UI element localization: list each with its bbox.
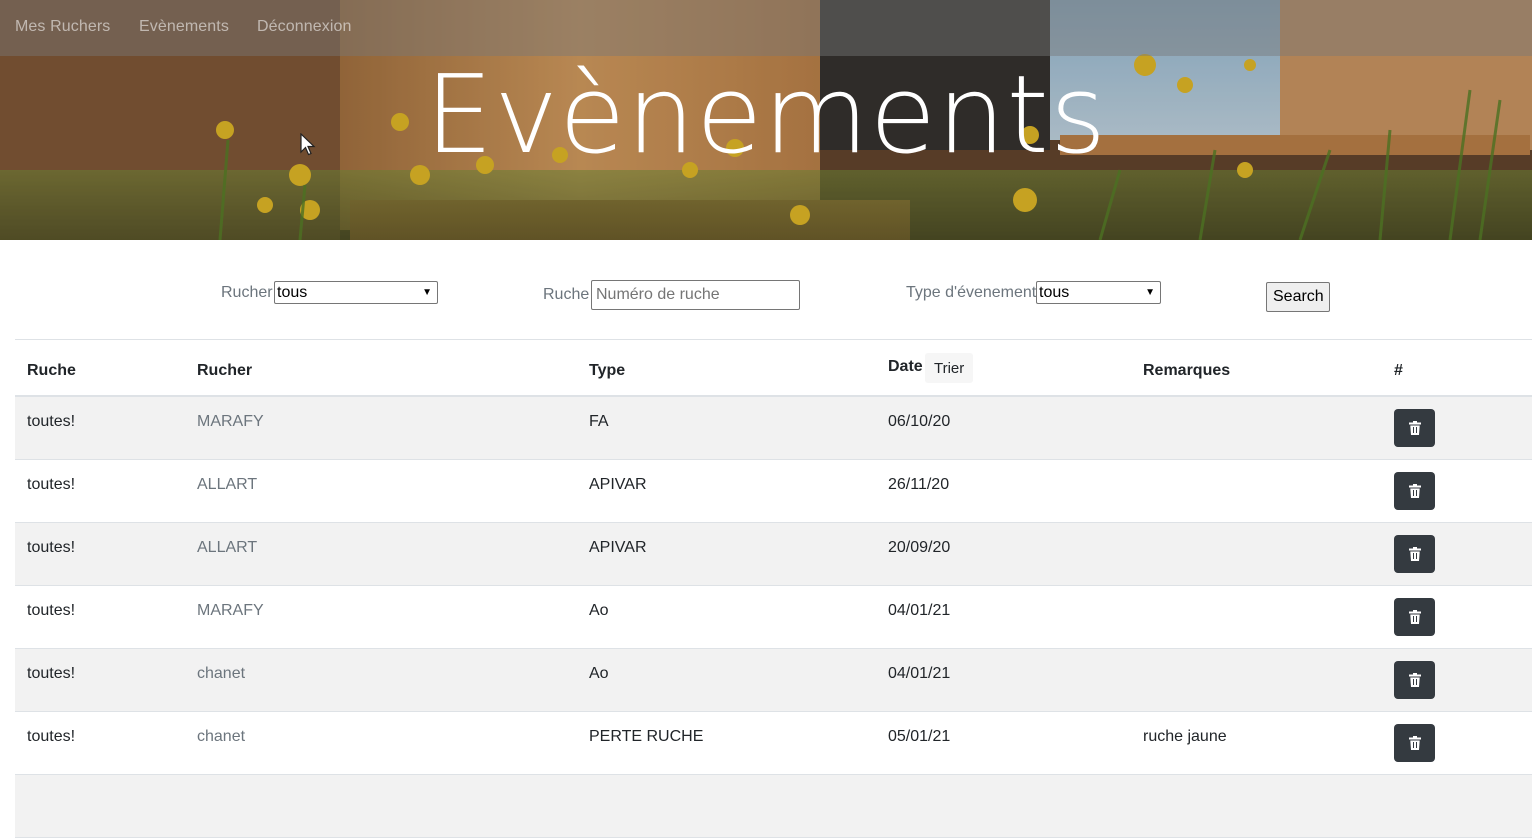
cell-type: APIVAR xyxy=(589,476,647,493)
table-row: toutes! chanet Ao 04/01/21 xyxy=(15,649,1532,712)
ruche-number-input[interactable] xyxy=(591,280,800,310)
delete-button[interactable] xyxy=(1394,535,1435,573)
cell-type: Ao xyxy=(589,665,609,682)
nav-evenements[interactable]: Evènements xyxy=(139,18,229,36)
column-header-ruche: Ruche xyxy=(27,362,76,379)
table-row: toutes! ALLART APIVAR 26/11/20 xyxy=(15,460,1532,523)
cell-ruche: toutes! xyxy=(27,476,76,493)
events-table: Ruche Rucher Type Date Trier Remarques #… xyxy=(15,339,1532,838)
rucher-select-value: tous xyxy=(277,283,308,301)
cell-rucher: MARAFY xyxy=(197,413,264,430)
delete-button[interactable] xyxy=(1394,472,1435,510)
rucher-filter-label: Rucher xyxy=(221,284,273,301)
cell-remarques: ruche jaune xyxy=(1143,728,1227,745)
nav-mes-ruchers[interactable]: Mes Ruchers xyxy=(15,18,110,36)
column-header-actions: # xyxy=(1394,362,1403,379)
event-type-select[interactable]: tous ▼ xyxy=(1036,281,1161,304)
cell-type: APIVAR xyxy=(589,539,647,556)
type-filter-label: Type d'évenement xyxy=(906,284,1037,301)
chevron-down-icon: ▼ xyxy=(422,287,432,298)
table-header: Ruche Rucher Type Date Trier Remarques # xyxy=(15,340,1532,397)
trash-icon xyxy=(1408,547,1421,561)
cell-date: 04/01/21 xyxy=(888,665,951,682)
cell-ruche: toutes! xyxy=(27,728,76,745)
nav-deconnexion[interactable]: Déconnexion xyxy=(257,18,352,36)
delete-button[interactable] xyxy=(1394,598,1435,636)
cell-date: 26/11/20 xyxy=(888,476,950,493)
delete-button[interactable] xyxy=(1394,409,1435,447)
column-header-remarques: Remarques xyxy=(1143,362,1231,379)
cell-ruche: toutes! xyxy=(27,665,76,682)
rucher-select[interactable]: tous ▼ xyxy=(274,281,438,304)
delete-button[interactable] xyxy=(1394,724,1435,762)
event-type-select-value: tous xyxy=(1039,283,1070,301)
ruche-filter-label: Ruche xyxy=(543,286,590,303)
cell-type: FA xyxy=(589,413,609,430)
table-row: toutes! chanet PERTE RUCHE 05/01/21 ruch… xyxy=(15,712,1532,775)
cell-ruche: toutes! xyxy=(27,539,76,556)
cell-ruche: toutes! xyxy=(27,602,76,619)
chevron-down-icon: ▼ xyxy=(1145,287,1155,298)
table-row: toutes! ALLART APIVAR 20/09/20 xyxy=(15,523,1532,586)
search-button[interactable]: Search xyxy=(1266,282,1330,312)
trash-icon xyxy=(1408,421,1421,435)
cell-type: PERTE RUCHE xyxy=(589,728,704,745)
cell-rucher: chanet xyxy=(197,728,246,745)
column-header-date: Date xyxy=(888,358,923,375)
sort-date-button[interactable]: Trier xyxy=(925,353,974,383)
cell-date: 04/01/21 xyxy=(888,602,951,619)
hero-banner: Mes Ruchers Evènements Déconnexion Evène… xyxy=(0,0,1532,240)
table-row: toutes! MARAFY FA 06/10/20 xyxy=(15,397,1532,460)
cell-rucher: MARAFY xyxy=(197,602,264,619)
cell-date: 20/09/20 xyxy=(888,539,951,556)
top-navbar: Mes Ruchers Evènements Déconnexion xyxy=(0,0,1532,56)
cell-ruche: toutes! xyxy=(27,413,76,430)
mouse-pointer-icon xyxy=(300,133,316,156)
cell-rucher: ALLART xyxy=(197,476,258,493)
cell-type: Ao xyxy=(589,602,609,619)
trash-icon xyxy=(1408,673,1421,687)
delete-button[interactable] xyxy=(1394,661,1435,699)
page-title: Evènements xyxy=(424,53,1108,178)
trash-icon xyxy=(1408,736,1421,750)
cell-rucher: ALLART xyxy=(197,539,258,556)
column-header-type: Type xyxy=(589,362,626,379)
column-header-rucher: Rucher xyxy=(197,362,253,379)
table-row xyxy=(15,775,1532,838)
cell-rucher: chanet xyxy=(197,665,246,682)
trash-icon xyxy=(1408,484,1421,498)
cell-date: 05/01/21 xyxy=(888,728,951,745)
table-row: toutes! MARAFY Ao 04/01/21 xyxy=(15,586,1532,649)
trash-icon xyxy=(1408,610,1421,624)
cell-date: 06/10/20 xyxy=(888,413,951,430)
